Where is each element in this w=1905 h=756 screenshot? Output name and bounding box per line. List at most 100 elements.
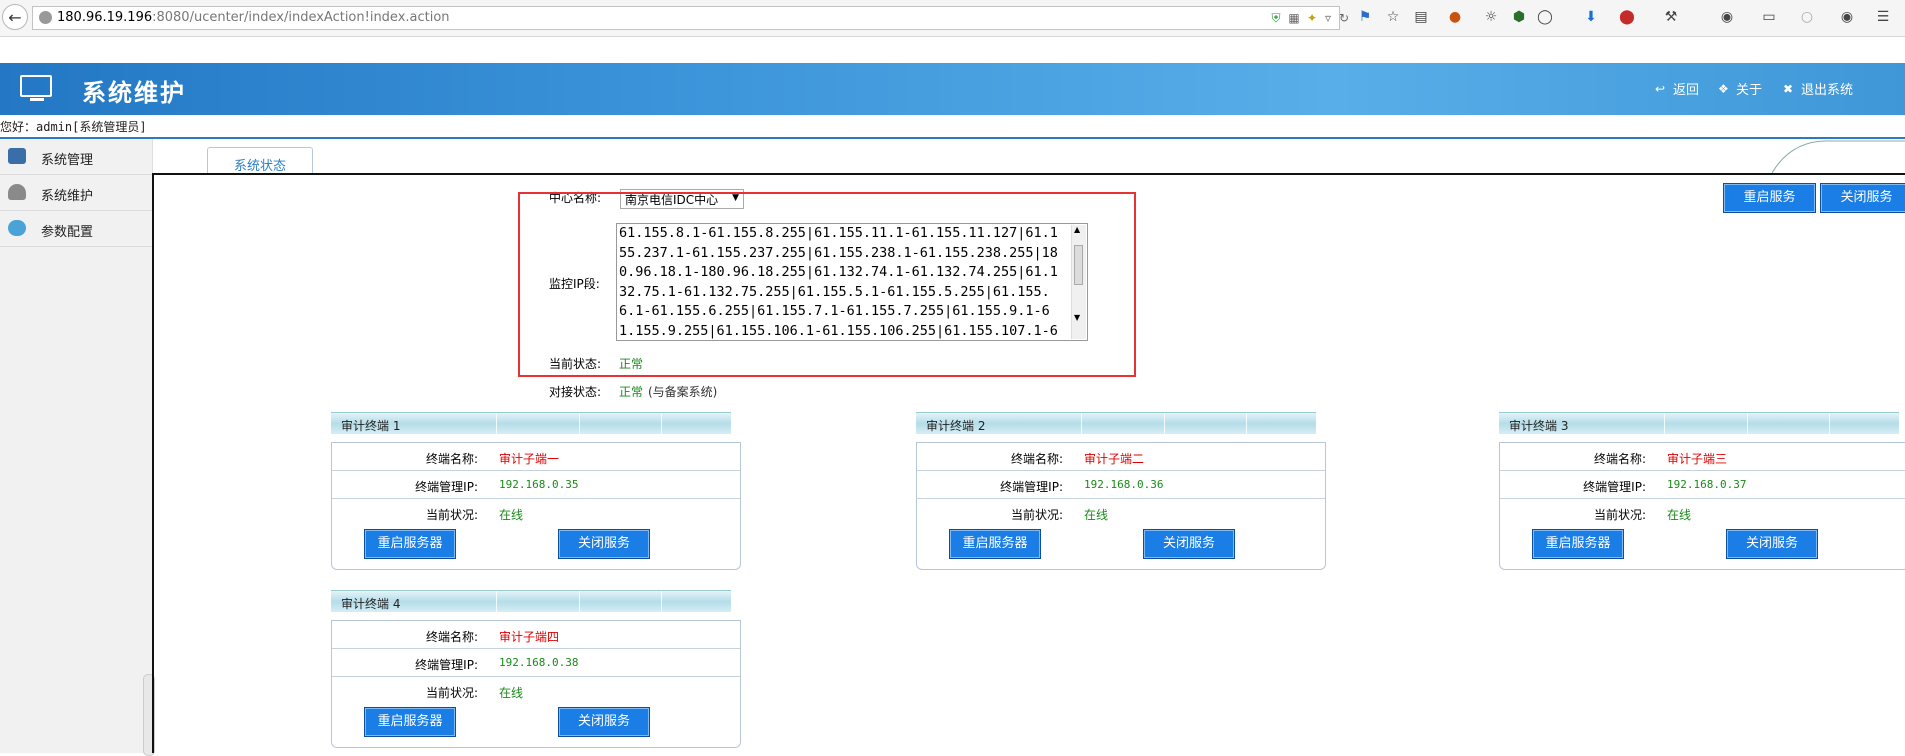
terminal-ip-label: 终端管理IP:	[415, 658, 478, 672]
about-link[interactable]: ❖ 关于	[1718, 79, 1763, 99]
terminal-ip-label: 终端管理IP:	[415, 480, 478, 494]
terminal-ip-label: 终端管理IP:	[1583, 480, 1646, 494]
terminal-name-label: 终端名称:	[425, 452, 478, 466]
terminal-card: 审计终端 2 终端名称: 审计子端二 终端管理IP: 192.168.0.36 …	[916, 412, 1326, 572]
terminal-card-body: 终端名称: 审计子端二 终端管理IP: 192.168.0.36 当前状况: 在…	[916, 442, 1326, 570]
terminal-name-row: 终端名称: 审计子端一	[332, 443, 740, 471]
restart-server-button[interactable]: 重启服务器	[1532, 529, 1624, 559]
terminal-name-row: 终端名称: 审计子端二	[917, 443, 1325, 471]
globe-icon	[8, 220, 26, 236]
header-divider	[579, 591, 580, 613]
addon-icon[interactable]: ⚑	[1356, 8, 1374, 26]
site-info-icon[interactable]	[39, 11, 52, 24]
qr-code-icon[interactable]: ▦	[1287, 11, 1301, 25]
dropdown-arrow-icon[interactable]: ▿	[1321, 11, 1335, 25]
terminal-ip-value: 192.168.0.38	[499, 656, 579, 669]
terminal-ip-label: 终端管理IP:	[1000, 480, 1063, 494]
terminal-card-body: 终端名称: 审计子端三 终端管理IP: 192.168.0.37 当前状况: 在…	[1499, 442, 1905, 570]
adblock-icon[interactable]: ⬤	[1618, 8, 1636, 26]
sidebar-item-label: 参数配置	[41, 225, 94, 240]
tab-system-status[interactable]: 系统状态	[207, 147, 313, 175]
url-text: 180.96.19.196:8080/ucenter/index/indexAc…	[57, 10, 450, 25]
terminal-name-value: 审计子端一	[499, 452, 560, 466]
stop-service-button[interactable]: 关闭服务	[1820, 183, 1905, 213]
chat-icon[interactable]: ◉	[1838, 8, 1856, 26]
terminal-name-value: 审计子端二	[1084, 452, 1145, 466]
terminal-state-value: 在线	[1667, 508, 1692, 522]
stop-service-button[interactable]: 关闭服务	[558, 707, 650, 737]
user-icon	[8, 184, 26, 200]
terminal-card-header: 审计终端 1	[331, 412, 731, 435]
extension-menu-icon[interactable]: ◯	[1536, 8, 1554, 26]
monitor-icon	[20, 75, 52, 97]
tools-icon[interactable]: ⚒	[1662, 8, 1680, 26]
reading-list-icon[interactable]: ▤	[1412, 8, 1430, 26]
stop-service-button[interactable]: 关闭服务	[1726, 529, 1818, 559]
restart-server-button[interactable]: 重启服务器	[364, 529, 456, 559]
url-path: :8080/ucenter/index/indexAction!index.ac…	[152, 10, 450, 25]
stop-service-button[interactable]: 关闭服务	[558, 529, 650, 559]
logout-link-label: 退出系统	[1801, 83, 1854, 98]
sidebar-item-system-management[interactable]: 系统管理	[0, 139, 152, 175]
terminal-card-header: 审计终端 4	[331, 590, 731, 613]
terminal-state-value: 在线	[499, 508, 524, 522]
palette-icon[interactable]: ☼	[1482, 8, 1500, 26]
tab-strip: 系统状态	[152, 139, 1905, 175]
header-divider	[1164, 413, 1165, 435]
terminal-card: 审计终端 4 终端名称: 审计子端四 终端管理IP: 192.168.0.38 …	[331, 590, 741, 750]
terminal-state-label: 当前状况:	[425, 508, 478, 522]
stop-service-button[interactable]: 关闭服务	[1143, 529, 1235, 559]
terminal-card-header: 审计终端 2	[916, 412, 1316, 435]
sidebar-item-label: 系统管理	[41, 153, 94, 168]
header-divider	[661, 413, 662, 435]
monitor-icon	[8, 148, 26, 164]
menu-icon[interactable]: ☰	[1874, 8, 1892, 26]
tab-decoration	[1772, 140, 1905, 173]
sidebar-item-parameter-config[interactable]: 参数配置	[0, 211, 152, 247]
close-circle-icon: ✖	[1783, 81, 1794, 96]
back-link-label: 返回	[1673, 83, 1700, 98]
greeting-bar: 您好：admin[系统管理员]	[0, 115, 1905, 139]
reload-icon[interactable]: ↻	[1337, 11, 1351, 25]
terminal-card: 审计终端 1 终端名称: 审计子端一 终端管理IP: 192.168.0.35 …	[331, 412, 741, 572]
header-divider	[1246, 413, 1247, 435]
terminal-state-row: 当前状况: 在线	[332, 499, 740, 527]
firefox-icon[interactable]: ●	[1446, 8, 1464, 26]
back-arrow-icon[interactable]: ←	[2, 4, 28, 30]
security-icon[interactable]: ⬢	[1510, 8, 1528, 26]
content-panel: 重启服务 关闭服务 中心名称: 南京电信IDC中心 ▼ 监控IP段: 61.15…	[152, 175, 1905, 753]
restart-service-button[interactable]: 重启服务	[1723, 183, 1816, 213]
terminal-ip-row: 终端管理IP: 192.168.0.36	[917, 471, 1325, 499]
bookmark-star-icon[interactable]: ☆	[1384, 8, 1402, 26]
terminal-state-label: 当前状况:	[1593, 508, 1646, 522]
terminal-state-row: 当前状况: 在线	[332, 677, 740, 705]
header-divider	[1829, 413, 1830, 435]
header-divider	[661, 591, 662, 613]
about-link-label: 关于	[1736, 83, 1763, 98]
extension-icon[interactable]: ✦	[1305, 11, 1319, 25]
sidebar-item-system-maintenance[interactable]: 系统维护	[0, 175, 152, 211]
sidebar-item-label: 系统维护	[41, 189, 94, 204]
back-link[interactable]: ↩ 返回	[1655, 79, 1700, 99]
terminal-title: 审计终端 2	[926, 419, 986, 433]
logout-link[interactable]: ✖ 退出系统	[1783, 79, 1854, 99]
terminal-state-value: 在线	[499, 686, 524, 700]
restart-server-button[interactable]: 重启服务器	[364, 707, 456, 737]
shield-icon[interactable]: ⛨	[1269, 11, 1283, 25]
mask-icon[interactable]: ○	[1798, 8, 1816, 26]
terminal-state-label: 当前状况:	[425, 686, 478, 700]
terminal-name-label: 终端名称:	[1010, 452, 1063, 466]
terminal-title: 审计终端 3	[1509, 419, 1569, 433]
sidebar: 系统管理 系统维护 参数配置	[0, 139, 155, 756]
windows-icon: ❖	[1718, 81, 1729, 96]
window-icon[interactable]: ▭	[1760, 8, 1778, 26]
download-icon[interactable]: ⬇	[1582, 8, 1600, 26]
terminal-name-label: 终端名称:	[1593, 452, 1646, 466]
header-divider	[1747, 413, 1748, 435]
terminal-name-value: 审计子端四	[499, 630, 560, 644]
terminal-ip-value: 192.168.0.37	[1667, 478, 1747, 491]
terminal-state-row: 当前状况: 在线	[1500, 499, 1905, 527]
address-bar[interactable]: 180.96.19.196:8080/ucenter/index/indexAc…	[32, 6, 1349, 30]
eye-icon[interactable]: ◉	[1718, 8, 1736, 26]
restart-server-button[interactable]: 重启服务器	[949, 529, 1041, 559]
